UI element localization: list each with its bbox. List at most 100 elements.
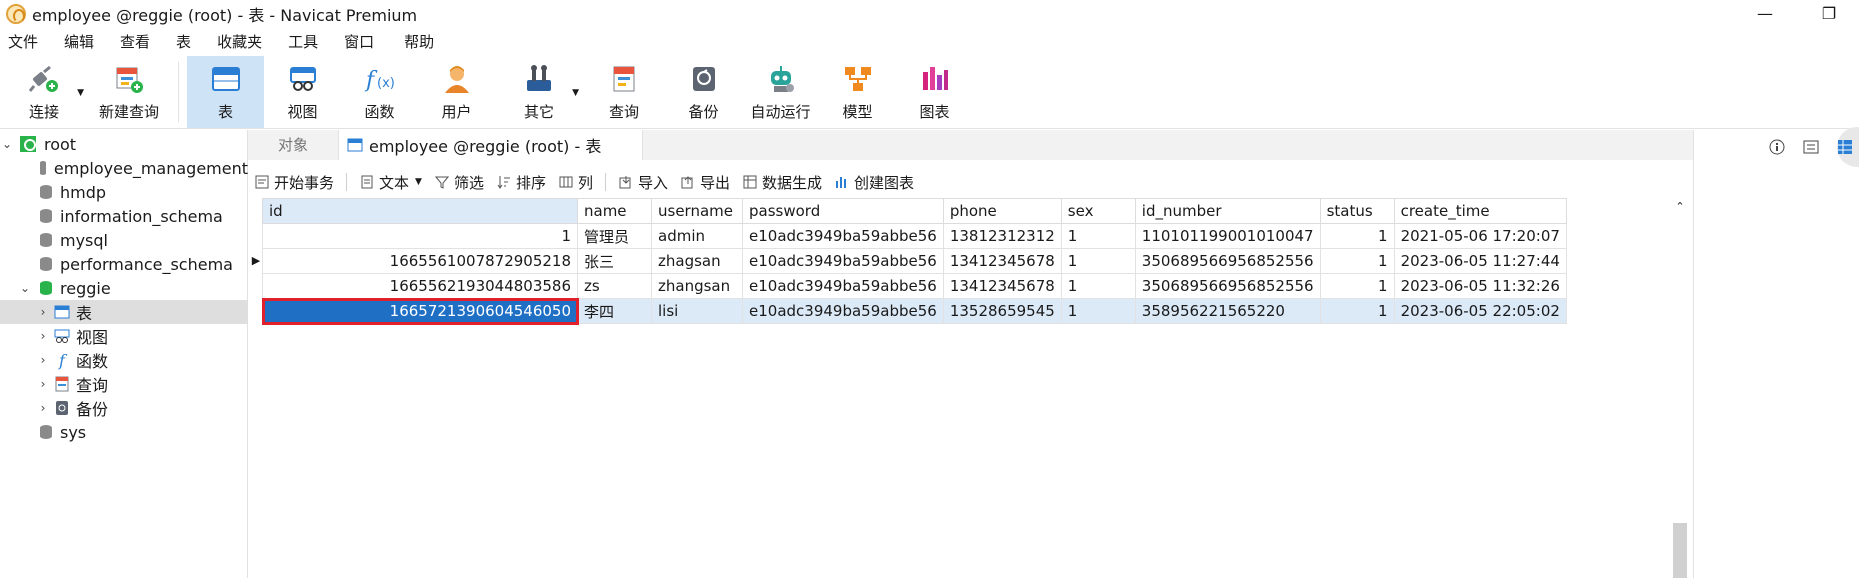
cell-name[interactable]: zs	[577, 273, 652, 299]
column-header-username[interactable]: username	[651, 198, 743, 224]
column-header-id[interactable]: id	[262, 198, 578, 224]
cell-sex[interactable]: 1	[1060, 298, 1136, 324]
cell-id-number[interactable]: 350689566956852556	[1134, 248, 1321, 274]
cell-id-number[interactable]: 350689566956852556	[1134, 273, 1321, 299]
menu-edit[interactable]: 编辑	[56, 27, 102, 57]
cell-id[interactable]: 1665562193044803586	[262, 273, 578, 299]
cell-password[interactable]: e10adc3949ba59abbe56	[742, 248, 944, 274]
cell-username[interactable]: admin	[651, 223, 743, 249]
restore-button[interactable]: ❐	[1806, 0, 1852, 27]
menu-favorites[interactable]: 收藏夹	[209, 27, 270, 57]
tree-db-sys[interactable]: sys	[0, 420, 248, 444]
cell-create-time[interactable]: 2023-06-05 11:32:26	[1393, 273, 1567, 299]
cell-sex[interactable]: 1	[1060, 273, 1136, 299]
model-button[interactable]: 模型	[819, 56, 896, 128]
text-view-button[interactable]: 文本 ▼	[353, 169, 428, 195]
create-chart-button[interactable]: 创建图表	[828, 169, 920, 195]
tree-db-information-schema[interactable]: information_schema	[0, 204, 248, 228]
column-header-create-time[interactable]: create_time	[1393, 198, 1567, 224]
query-button[interactable]: 查询	[583, 56, 665, 128]
ddl-icon[interactable]	[1802, 138, 1820, 156]
function-button[interactable]: f (x) 函数	[341, 56, 418, 128]
user-button[interactable]: 用户	[418, 56, 495, 128]
cell-username[interactable]: lisi	[651, 298, 743, 324]
cell-create-time[interactable]: 2023-06-05 11:27:44	[1393, 248, 1567, 274]
cell-password[interactable]: e10adc3949ba59abbe56	[742, 223, 944, 249]
grid-vertical-scrollbar[interactable]: ⌃	[1671, 198, 1689, 578]
begin-transaction-button[interactable]: 开始事务	[248, 169, 340, 195]
cell-id[interactable]: 1	[262, 223, 578, 249]
tree-node-tables[interactable]: › 表	[0, 300, 248, 324]
other-dropdown-icon[interactable]: ▼	[572, 88, 579, 98]
cell-status[interactable]: 1	[1319, 298, 1395, 324]
tree-node-queries[interactable]: › 查询	[0, 372, 248, 396]
table-button[interactable]: 表	[187, 56, 264, 128]
cell-id-focused[interactable]: 1665721390604546050	[261, 297, 579, 325]
cell-status[interactable]: 1	[1319, 223, 1395, 249]
cell-phone[interactable]: 13412345678	[942, 248, 1062, 274]
menu-help[interactable]: 帮助	[396, 27, 442, 57]
column-header-status[interactable]: status	[1319, 198, 1395, 224]
chart-button[interactable]: 图表	[896, 56, 973, 128]
cell-create-time[interactable]: 2021-05-06 17:20:07	[1393, 223, 1567, 249]
other-button[interactable]: 其它 ▼	[495, 56, 583, 128]
tree-db-mysql[interactable]: mysql	[0, 228, 248, 252]
column-header-password[interactable]: password	[742, 198, 944, 224]
tab-employee-table[interactable]: employee @reggie (root) - 表	[338, 130, 643, 160]
grid-view-icon[interactable]	[1836, 138, 1854, 156]
expand-arrow-icon[interactable]: ›	[36, 353, 50, 367]
menu-file[interactable]: 文件	[0, 27, 46, 57]
cell-sex[interactable]: 1	[1060, 223, 1136, 249]
export-button[interactable]: 导出	[674, 169, 736, 195]
filter-button[interactable]: 筛选	[428, 169, 490, 195]
new-query-button[interactable]: 新建查询	[88, 56, 170, 128]
import-button[interactable]: 导入	[612, 169, 674, 195]
text-dropdown-icon[interactable]: ▼	[415, 177, 422, 187]
expand-arrow-icon[interactable]: ›	[36, 401, 50, 415]
minimize-button[interactable]: —	[1742, 0, 1788, 27]
tree-root-connection[interactable]: ⌄ root	[0, 132, 248, 156]
cell-phone[interactable]: 13528659545	[942, 298, 1062, 324]
menu-view[interactable]: 查看	[112, 27, 158, 57]
tree-db-hmdp[interactable]: hmdp	[0, 180, 248, 204]
tree-node-views[interactable]: › 视图	[0, 324, 248, 348]
tree-node-backups[interactable]: › 备份	[0, 396, 248, 420]
collapse-arrow-icon[interactable]: ⌄	[0, 137, 14, 151]
cell-password[interactable]: e10adc3949ba59abbe56	[742, 273, 944, 299]
menu-window[interactable]: 窗口	[336, 27, 382, 57]
tree-node-functions[interactable]: › f 函数	[0, 348, 248, 372]
cell-name[interactable]: 管理员	[577, 223, 652, 249]
scrollbar-thumb[interactable]	[1673, 523, 1687, 578]
column-header-id-number[interactable]: id_number	[1134, 198, 1321, 224]
cell-id-number[interactable]: 358956221565220	[1134, 298, 1321, 324]
cell-status[interactable]: 1	[1319, 248, 1395, 274]
cell-phone[interactable]: 13812312312	[942, 223, 1062, 249]
table-row[interactable]: 1 管理员 admin e10adc3949ba59abbe56 1381231…	[262, 223, 1567, 249]
sort-button[interactable]: 排序	[490, 169, 552, 195]
cell-name[interactable]: 李四	[577, 298, 652, 324]
columns-button[interactable]: 列	[552, 169, 599, 195]
view-button[interactable]: 视图	[264, 56, 341, 128]
scroll-up-icon[interactable]: ⌃	[1671, 200, 1689, 213]
backup-button[interactable]: 备份	[665, 56, 742, 128]
tree-db-employee-management[interactable]: employee_management	[0, 156, 248, 180]
table-row-selected[interactable]: 1665721390604546050 李四 lisi e10adc3949ba…	[261, 297, 1567, 325]
automation-button[interactable]: 自动运行	[742, 56, 819, 128]
data-generation-button[interactable]: 数据生成	[736, 169, 828, 195]
cell-password[interactable]: e10adc3949ba59abbe56	[742, 298, 944, 324]
cell-status[interactable]: 1	[1319, 273, 1395, 299]
cell-id-number[interactable]: 110101199001010047	[1134, 223, 1321, 249]
cell-username[interactable]: zhagsan	[651, 248, 743, 274]
tree-db-performance-schema[interactable]: performance_schema	[0, 252, 248, 276]
expand-arrow-icon[interactable]: ›	[36, 329, 50, 343]
column-header-name[interactable]: name	[577, 198, 652, 224]
table-row[interactable]: 1665562193044803586 zs zhangsan e10adc39…	[262, 273, 1567, 299]
connect-dropdown-icon[interactable]: ▼	[77, 88, 84, 98]
connect-button[interactable]: 连接 ▼	[0, 56, 88, 128]
menu-table[interactable]: 表	[168, 27, 199, 57]
cell-phone[interactable]: 13412345678	[942, 273, 1062, 299]
menu-tools[interactable]: 工具	[280, 27, 326, 57]
cell-name[interactable]: 张三	[577, 248, 652, 274]
expand-arrow-icon[interactable]: ›	[36, 305, 50, 319]
expand-arrow-icon[interactable]: ›	[36, 377, 50, 391]
